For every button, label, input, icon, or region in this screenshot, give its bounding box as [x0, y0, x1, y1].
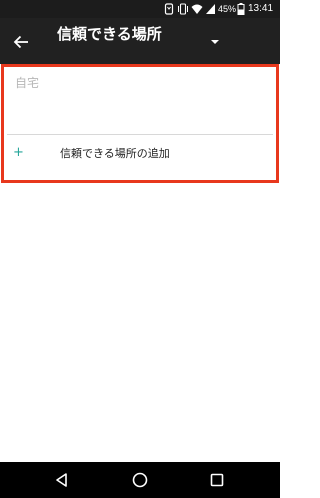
wifi-icon: [191, 0, 203, 18]
home-circle-icon: [132, 472, 148, 488]
arrow-left-icon: [13, 35, 28, 49]
battery-icon: [237, 0, 245, 18]
back-button[interactable]: [8, 29, 34, 55]
battery-percent: 45%: [218, 4, 237, 14]
cellular-signal-icon: [205, 0, 216, 18]
clock: 13:41: [248, 3, 274, 14]
back-triangle-icon: [56, 473, 67, 487]
navigation-bar: [0, 462, 280, 498]
place-label: 自宅: [15, 76, 40, 90]
nfc-icon: [163, 0, 175, 18]
caret-down-icon: [211, 40, 219, 44]
status-bar: 45% 13:41: [0, 0, 280, 18]
add-trusted-place-button[interactable]: + 信頼できる場所の追加: [7, 135, 273, 175]
app-bar: 信頼できる場所: [0, 18, 280, 64]
plus-icon: +: [13, 145, 24, 160]
options-dropdown-button[interactable]: [205, 32, 225, 52]
add-trusted-place-label: 信頼できる場所の追加: [60, 147, 170, 160]
nav-recents-button[interactable]: [206, 469, 228, 491]
vibrate-icon: [177, 0, 189, 18]
nav-back-button[interactable]: [51, 469, 73, 491]
trusted-places-card: 自宅 + 信頼できる場所の追加: [1, 64, 279, 183]
nav-home-button[interactable]: [129, 469, 151, 491]
place-item-home[interactable]: 自宅: [7, 70, 273, 132]
recents-square-icon: [210, 473, 224, 487]
page-title: 信頼できる場所: [57, 25, 162, 43]
